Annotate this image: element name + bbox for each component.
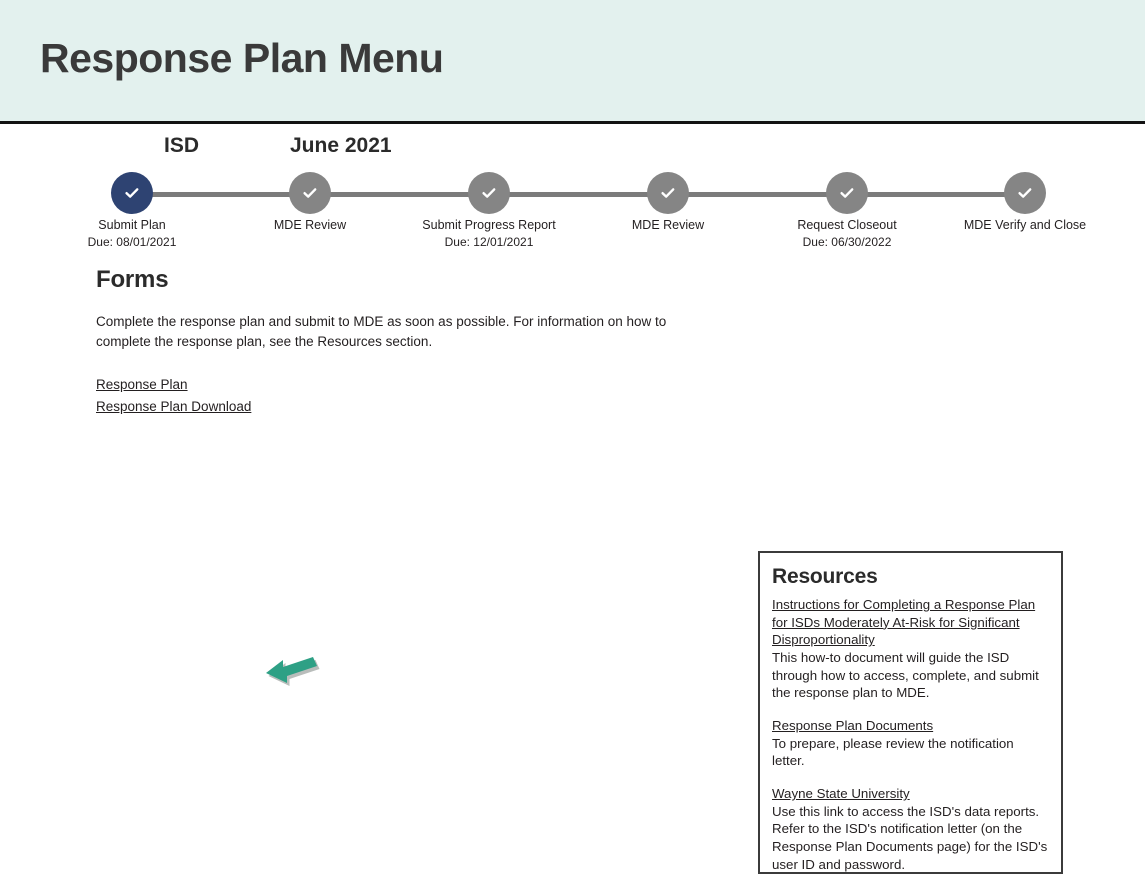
stepper-track	[132, 192, 1025, 197]
forms-section: Forms Complete the response plan and sub…	[96, 266, 721, 418]
response-plan-download-link[interactable]: Response Plan Download	[96, 399, 251, 414]
forms-heading: Forms	[96, 266, 169, 293]
check-icon	[125, 188, 139, 198]
step-bubble[interactable]	[468, 172, 510, 214]
step-due-date: Due: 06/30/2022	[802, 235, 892, 249]
forms-link-list: Response Plan Response Plan Download	[96, 375, 721, 416]
list-item: Response Plan Download	[96, 397, 721, 417]
resources-heading: Resources	[772, 565, 878, 588]
resource-description: This how-to document will guide the ISD …	[772, 650, 1039, 701]
progress-stepper: ISD June 2021 Submit Plan Due: 08/01/202…	[0, 124, 1145, 266]
resource-item-wayne-state-university: Wayne State University Use this link to …	[772, 785, 1049, 873]
check-icon	[482, 188, 496, 198]
left-arrow-annotation-icon	[266, 657, 320, 686]
step-label: MDE Verify and Close	[963, 218, 1087, 232]
resources-panel: Resources Instructions for Completing a …	[758, 551, 1063, 874]
resource-link-wayne-state-university[interactable]: Wayne State University	[772, 785, 1049, 803]
check-icon	[840, 188, 854, 198]
resource-item-response-plan-documents: Response Plan Documents To prepare, plea…	[772, 717, 1049, 770]
step-bubble[interactable]	[826, 172, 868, 214]
check-icon	[303, 188, 317, 198]
step-bubble[interactable]	[1004, 172, 1046, 214]
check-icon	[1018, 188, 1032, 198]
resource-item-instructions: Instructions for Completing a Response P…	[772, 596, 1049, 702]
step-bubble[interactable]	[111, 172, 153, 214]
resource-link-instructions[interactable]: Instructions for Completing a Response P…	[772, 596, 1049, 649]
check-icon	[661, 188, 675, 198]
step-bubble[interactable]	[647, 172, 689, 214]
stepper-org-label: ISD	[164, 134, 200, 157]
stepper-period-label: June 2021	[290, 134, 392, 157]
stepper-meta: ISD June 2021	[0, 134, 1145, 164]
resource-description: Use this link to access the ISD's data r…	[772, 803, 1048, 872]
step-due-date: Due: 08/01/2021	[87, 235, 177, 249]
page-header: Response Plan Menu	[0, 0, 1145, 124]
step-bubble[interactable]	[289, 172, 331, 214]
resource-link-response-plan-documents[interactable]: Response Plan Documents	[772, 717, 1049, 735]
page-title: Response Plan Menu	[40, 35, 444, 81]
step-due-date: Due: 12/01/2021	[444, 235, 534, 249]
resource-description: To prepare, please review the notificati…	[772, 735, 1014, 769]
response-plan-link[interactable]: Response Plan	[96, 377, 188, 392]
list-item: Response Plan	[96, 375, 721, 395]
forms-intro-text: Complete the response plan and submit to…	[96, 314, 667, 349]
